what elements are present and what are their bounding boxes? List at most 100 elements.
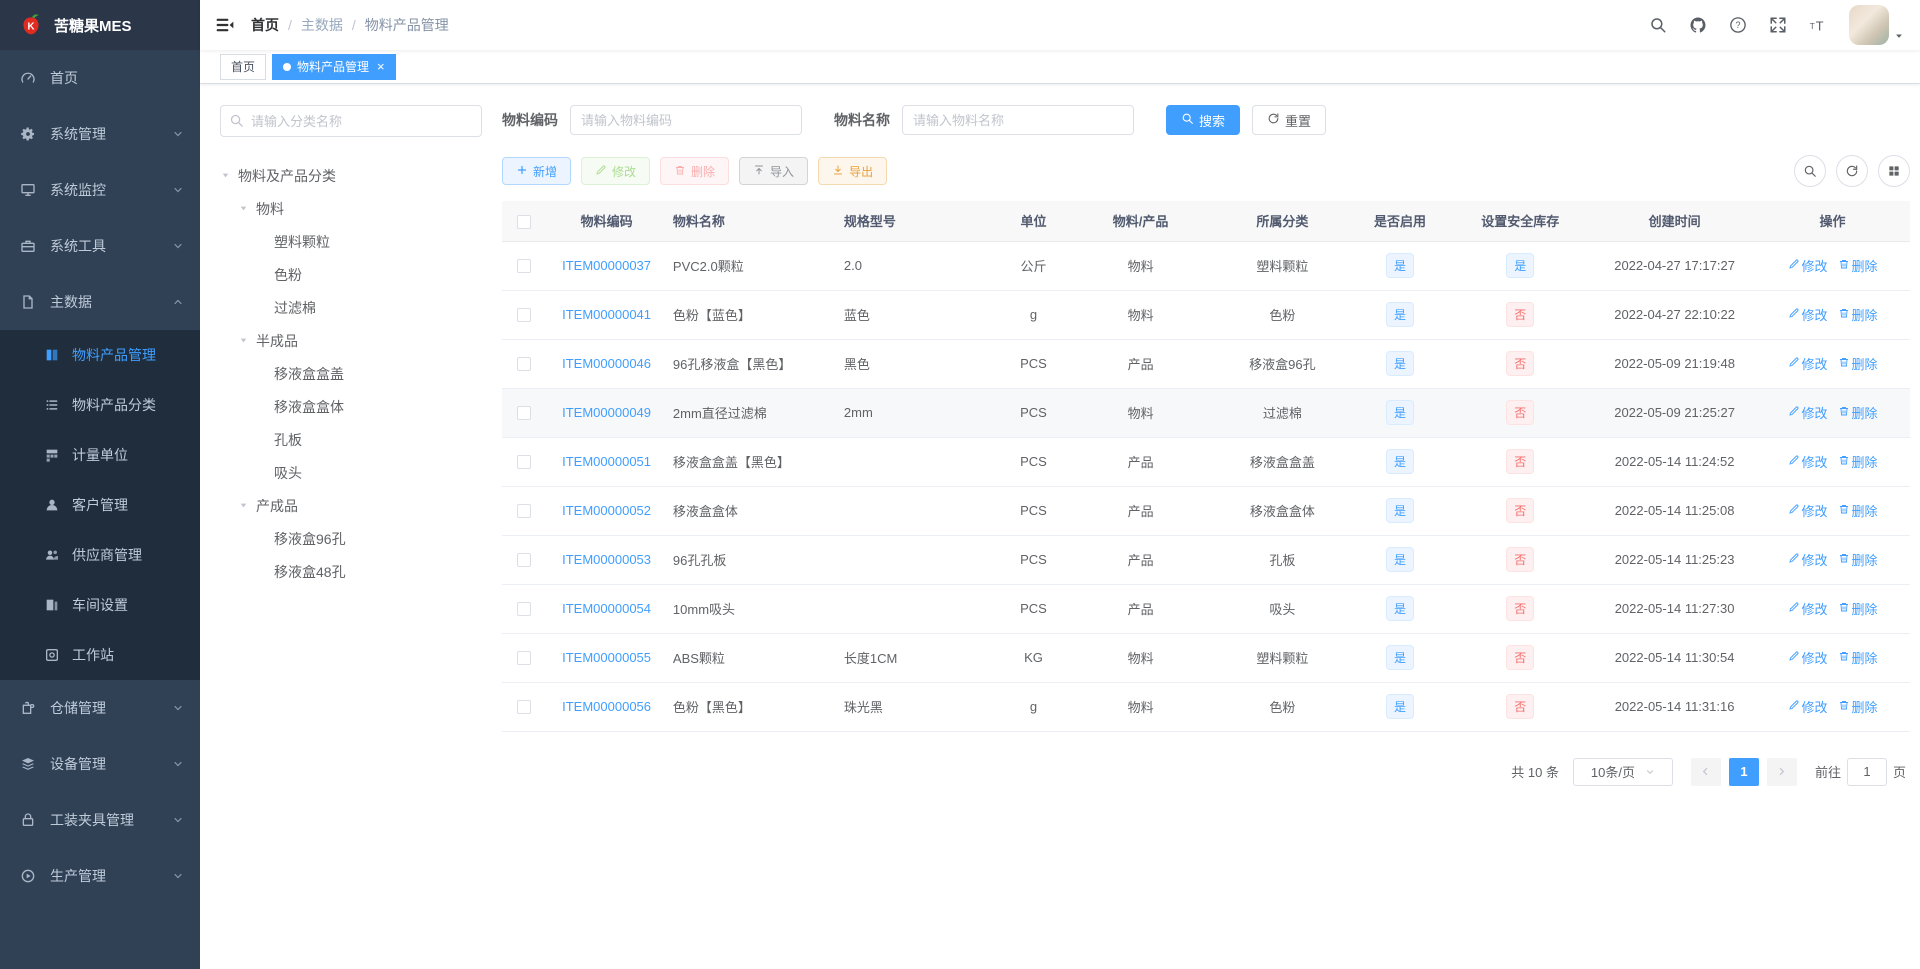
sidebar-item-material-product-category[interactable]: 物料产品分类 [0,380,200,430]
row-delete-button[interactable]: 删除 [1838,256,1878,275]
fullscreen-icon[interactable] [1769,16,1787,34]
reset-button[interactable]: 重置 [1252,105,1327,135]
prev-page-button[interactable] [1690,757,1721,786]
sidebar-item-material-product-management[interactable]: 物料产品管理 [0,330,200,380]
tree-node[interactable]: 移液盒盒盖 [220,357,482,390]
row-edit-button[interactable]: 修改 [1788,501,1828,520]
sidebar-item-system-tools[interactable]: 系统工具 [0,218,200,274]
add-button[interactable]: 新增 [502,157,572,185]
page-number-1[interactable]: 1 [1728,757,1759,786]
row-checkbox[interactable] [517,700,532,715]
import-button[interactable]: 导入 [739,157,809,185]
row-delete-button[interactable]: 删除 [1838,305,1878,324]
tree-node[interactable]: 移液盒96孔 [220,522,482,555]
row-checkbox[interactable] [517,357,532,372]
row-checkbox[interactable] [517,504,532,519]
row-edit-button[interactable]: 修改 [1788,697,1828,716]
search-button[interactable]: 搜索 [1166,105,1241,135]
next-page-button[interactable] [1766,757,1797,786]
row-checkbox[interactable] [517,553,532,568]
material-code-link[interactable]: ITEM00000051 [562,454,651,469]
tree-node[interactable]: 物料 [220,192,482,225]
row-delete-button[interactable]: 删除 [1838,648,1878,667]
row-edit-button[interactable]: 修改 [1788,403,1828,422]
row-edit-button[interactable]: 修改 [1788,354,1828,373]
toggle-search-button[interactable] [1794,155,1826,187]
tree-node[interactable]: 吸头 [220,456,482,489]
sidebar-item-home[interactable]: 首页 [0,50,200,106]
material-code-link[interactable]: ITEM00000037 [562,258,651,273]
tree-node[interactable]: 产成品 [220,489,482,522]
material-code-link[interactable]: ITEM00000049 [562,405,651,420]
close-icon[interactable]: × [377,60,385,73]
row-edit-button[interactable]: 修改 [1788,648,1828,667]
material-code-link[interactable]: ITEM00000052 [562,503,651,518]
user-menu[interactable] [1849,5,1904,45]
row-checkbox[interactable] [517,308,532,323]
material-code-link[interactable]: ITEM00000054 [562,601,651,616]
row-delete-button[interactable]: 删除 [1838,501,1878,520]
row-checkbox[interactable] [517,259,532,274]
tree-node[interactable]: 半成品 [220,324,482,357]
row-delete-button[interactable]: 删除 [1838,550,1878,569]
tree-node[interactable]: 过滤棉 [220,291,482,324]
material-code-link[interactable]: ITEM00000046 [562,356,651,371]
question-icon[interactable]: ? [1729,16,1747,34]
delete-button[interactable]: 删除 [660,157,730,185]
row-edit-button[interactable]: 修改 [1788,256,1828,275]
tree-node[interactable]: 色粉 [220,258,482,291]
goto-page-input[interactable] [1846,757,1887,786]
breadcrumb-item[interactable]: 首页 [251,15,279,35]
sidebar-item-production-management[interactable]: 生产管理 [0,848,200,904]
tree-search-input[interactable] [220,105,482,137]
material-code-link[interactable]: ITEM00000053 [562,552,651,567]
row-edit-button[interactable]: 修改 [1788,550,1828,569]
sidebar-item-supplier-management[interactable]: 供应商管理 [0,530,200,580]
row-delete-button[interactable]: 删除 [1838,403,1878,422]
sidebar-item-measure-unit[interactable]: 计量单位 [0,430,200,480]
row-delete-button[interactable]: 删除 [1838,452,1878,471]
export-button[interactable]: 导出 [818,157,888,185]
refresh-button[interactable] [1836,155,1868,187]
row-delete-button[interactable]: 删除 [1838,354,1878,373]
header-search-icon[interactable] [1649,16,1667,34]
material-code-link[interactable]: ITEM00000055 [562,650,651,665]
tag-active[interactable]: 物料产品管理 × [272,53,396,80]
row-delete-button[interactable]: 删除 [1838,599,1878,618]
page-size-select[interactable]: 10条/页 [1572,757,1673,786]
row-edit-button[interactable]: 修改 [1788,305,1828,324]
sidebar-item-master-data[interactable]: 主数据 [0,274,200,330]
github-icon[interactable] [1689,16,1707,34]
sidebar-item-warehouse-management[interactable]: 仓储管理 [0,680,200,736]
tree-node[interactable]: 孔板 [220,423,482,456]
row-edit-button[interactable]: 修改 [1788,452,1828,471]
tree-node[interactable]: 移液盒48孔 [220,555,482,588]
material-name-input[interactable] [902,105,1134,135]
avatar[interactable] [1849,5,1889,45]
row-checkbox[interactable] [517,455,532,470]
sidebar-item-workstation[interactable]: 工作站 [0,630,200,680]
material-code-link[interactable]: ITEM00000041 [562,307,651,322]
select-all-checkbox[interactable] [517,214,532,229]
sidebar-item-system-admin[interactable]: 系统管理 [0,106,200,162]
sidebar-toggle-icon[interactable] [215,15,235,35]
logo-bar[interactable]: K 苦糖果MES [0,0,200,50]
edit-button[interactable]: 修改 [581,157,651,185]
tree-node[interactable]: 物料及产品分类 [220,159,482,192]
sidebar-item-system-monitor[interactable]: 系统监控 [0,162,200,218]
material-code-link[interactable]: ITEM00000056 [562,699,651,714]
sidebar-item-workshop-settings[interactable]: 车间设置 [0,580,200,630]
material-code-input[interactable] [570,105,802,135]
row-checkbox[interactable] [517,651,532,666]
row-checkbox[interactable] [517,406,532,421]
columns-button[interactable] [1878,155,1910,187]
font-size-icon[interactable]: TT [1809,16,1827,34]
row-checkbox[interactable] [517,602,532,617]
sidebar-item-fixture-management[interactable]: 工装夹具管理 [0,792,200,848]
sidebar-item-customer-management[interactable]: 客户管理 [0,480,200,530]
sidebar-item-device-management[interactable]: 设备管理 [0,736,200,792]
tree-node[interactable]: 塑料颗粒 [220,225,482,258]
tree-node[interactable]: 移液盒盒体 [220,390,482,423]
row-edit-button[interactable]: 修改 [1788,599,1828,618]
tag-0[interactable]: 首页 [220,53,267,80]
